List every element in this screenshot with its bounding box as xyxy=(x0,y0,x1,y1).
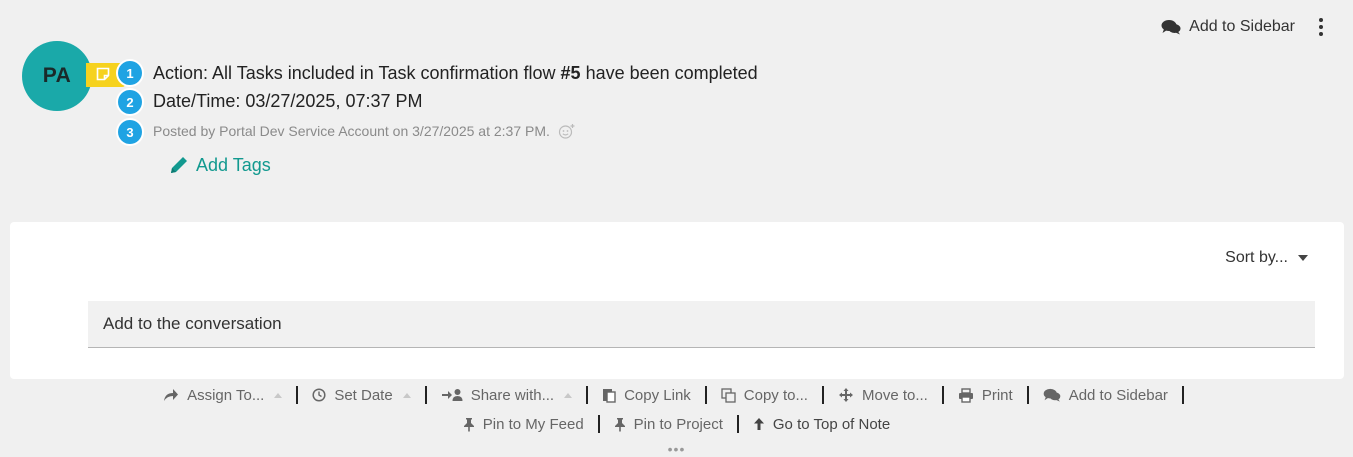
chat-bubbles-icon xyxy=(1043,388,1060,402)
posted-by-line: Posted by Portal Dev Service Account on … xyxy=(153,123,576,139)
pin-to-my-feed-label: Pin to My Feed xyxy=(482,415,584,433)
print-button[interactable]: Print xyxy=(954,387,1017,404)
header-actions: Add to Sidebar xyxy=(1161,14,1325,40)
copy-link-button[interactable]: Copy Link xyxy=(598,387,695,404)
comments-panel: Sort by... xyxy=(10,222,1344,379)
flow-number: #5 xyxy=(560,63,581,83)
note-toolbar-row-2: Pin to My Feed Pin to Project Go to Top … xyxy=(0,415,1353,433)
assign-to-label: Assign To... xyxy=(187,386,265,404)
add-reaction-icon[interactable] xyxy=(558,123,576,139)
caret-up-icon xyxy=(274,392,283,398)
share-with-button[interactable]: Share with... xyxy=(437,387,576,404)
clock-icon xyxy=(312,388,326,402)
copy-to-label: Copy to... xyxy=(743,386,808,404)
kebab-vertical-icon[interactable] xyxy=(1317,14,1325,40)
pin-to-project-label: Pin to Project xyxy=(633,415,723,433)
arrow-up-icon xyxy=(753,418,764,430)
chat-bubbles-icon xyxy=(1161,20,1181,35)
caret-up-icon xyxy=(402,392,411,398)
divider xyxy=(1026,386,1029,404)
divider xyxy=(597,415,600,433)
copy-link-label: Copy Link xyxy=(624,386,691,404)
add-to-sidebar-label: Add to Sidebar xyxy=(1189,18,1295,35)
action-prefix: Action: All Tasks included in Task confi… xyxy=(153,63,561,83)
step-badge-1: 1 xyxy=(118,61,142,85)
move-to-label: Move to... xyxy=(861,386,928,404)
divider xyxy=(1181,386,1184,404)
go-to-top-button[interactable]: Go to Top of Note xyxy=(749,416,894,433)
copy-icon xyxy=(721,387,736,403)
action-line: Action: All Tasks included in Task confi… xyxy=(153,63,758,84)
divider xyxy=(296,386,299,404)
add-to-sidebar-link[interactable]: Add to Sidebar xyxy=(1161,18,1295,36)
pin-to-my-feed-button[interactable]: Pin to My Feed xyxy=(459,416,588,433)
pencil-icon xyxy=(171,157,187,173)
add-tags-label: Add Tags xyxy=(196,154,271,175)
chevron-down-icon xyxy=(1298,255,1308,261)
conversation-input[interactable] xyxy=(88,301,1315,348)
step-badge-3: 3 xyxy=(118,120,142,144)
toolbar-add-to-sidebar-button[interactable]: Add to Sidebar xyxy=(1039,387,1172,404)
avatar-initials: PA xyxy=(42,64,72,87)
add-tags-button[interactable]: Add Tags xyxy=(168,154,271,176)
toolbar-add-to-sidebar-label: Add to Sidebar xyxy=(1068,386,1168,404)
sort-by-label: Sort by... xyxy=(1225,249,1288,266)
divider xyxy=(941,386,944,404)
step-badge-2: 2 xyxy=(118,90,142,114)
divider xyxy=(821,386,824,404)
clipboard-icon xyxy=(603,389,616,403)
pushpin-icon xyxy=(463,417,474,431)
note-toolbar-row-1: Assign To... Set Date Share with... Copy… xyxy=(0,386,1353,404)
datetime-line: Date/Time: 03/27/2025, 07:37 PM xyxy=(153,91,423,111)
avatar: PA xyxy=(22,41,92,111)
pushpin-icon xyxy=(614,417,625,431)
printer-icon xyxy=(958,387,973,403)
pin-to-project-button[interactable]: Pin to Project xyxy=(610,416,727,433)
share-user-icon xyxy=(441,389,463,401)
copy-to-button[interactable]: Copy to... xyxy=(717,387,812,404)
action-suffix: have been completed xyxy=(580,63,758,83)
caret-up-icon xyxy=(564,392,573,398)
divider xyxy=(704,386,707,404)
divider xyxy=(424,386,427,404)
divider xyxy=(586,386,589,404)
divider xyxy=(736,415,739,433)
sort-by-dropdown[interactable]: Sort by... xyxy=(1225,249,1308,267)
assign-to-button[interactable]: Assign To... xyxy=(159,387,286,404)
set-date-label: Set Date xyxy=(334,386,393,404)
print-label: Print xyxy=(981,386,1013,404)
more-actions-ellipsis[interactable]: ••• xyxy=(0,442,1353,456)
posted-by-text: Posted by Portal Dev Service Account on … xyxy=(153,123,550,139)
move-to-button[interactable]: Move to... xyxy=(834,387,932,404)
set-date-button[interactable]: Set Date xyxy=(308,387,414,404)
share-arrow-icon xyxy=(164,389,179,401)
sticky-note-icon xyxy=(96,67,110,81)
go-to-top-label: Go to Top of Note xyxy=(772,415,891,433)
share-with-label: Share with... xyxy=(470,386,555,404)
move-arrows-icon xyxy=(838,388,853,402)
